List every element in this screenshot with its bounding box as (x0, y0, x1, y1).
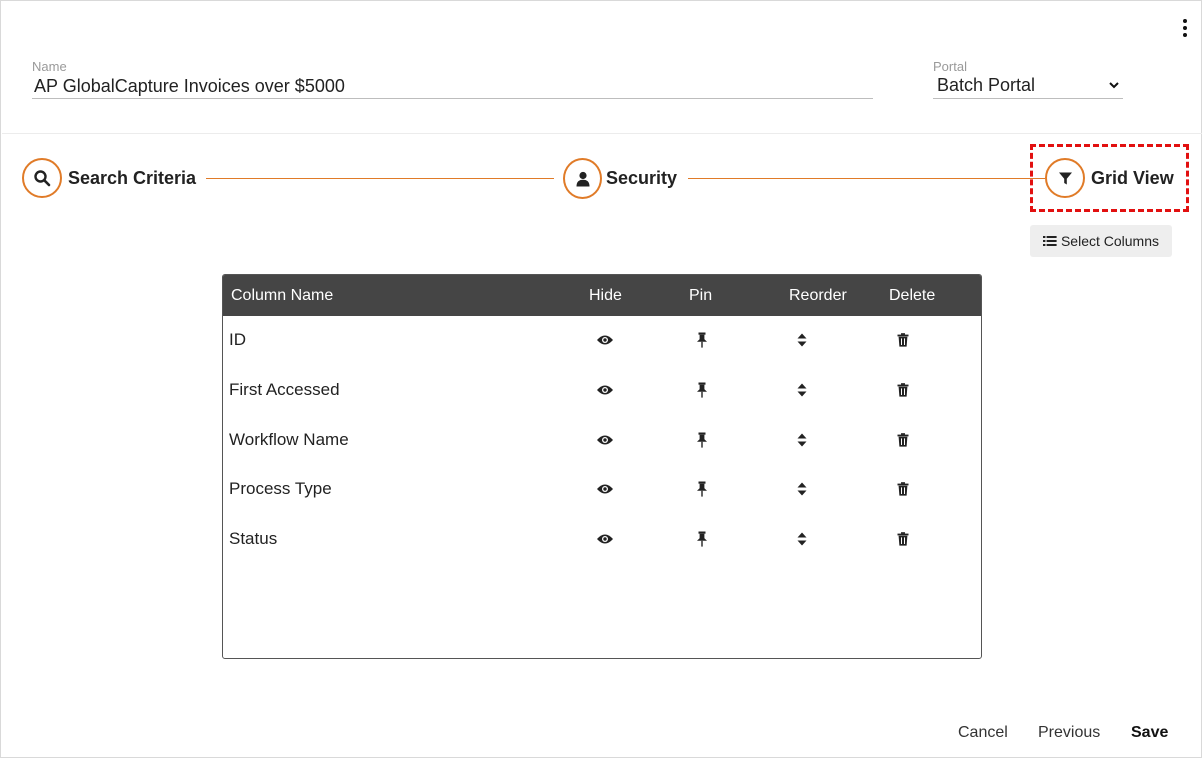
list-icon (1042, 236, 1057, 246)
column-name-cell: ID (229, 330, 246, 349)
reorder-icon[interactable] (792, 380, 812, 400)
portal-select-value: Batch Portal (937, 75, 1036, 95)
header-reorder: Reorder (789, 287, 847, 304)
trash-icon[interactable] (893, 479, 913, 499)
step-connector (206, 178, 554, 179)
save-button[interactable]: Save (1131, 724, 1168, 742)
search-icon (22, 158, 62, 198)
header-divider (2, 133, 1202, 134)
trash-icon[interactable] (893, 430, 913, 450)
reorder-icon[interactable] (792, 430, 812, 450)
portal-label: Portal (933, 59, 967, 74)
page-frame: Name Portal Batch Portal Search Criteria… (0, 0, 1202, 758)
trash-icon[interactable] (893, 380, 913, 400)
reorder-icon[interactable] (792, 330, 812, 350)
pin-icon[interactable] (692, 529, 712, 549)
pin-icon[interactable] (692, 380, 712, 400)
reorder-icon[interactable] (792, 529, 812, 549)
eye-icon[interactable] (595, 380, 615, 400)
table-row: Workflow Name (223, 416, 981, 466)
column-name-cell: Workflow Name (229, 430, 349, 449)
header-delete: Delete (889, 287, 936, 304)
step-label: Security (606, 168, 678, 188)
header-column-name: Column Name (231, 287, 334, 304)
header-hide: Hide (589, 287, 622, 304)
name-label: Name (32, 59, 67, 74)
chevron-down-icon (1109, 82, 1119, 89)
select-columns-label: Select Columns (1060, 233, 1160, 249)
eye-icon[interactable] (595, 479, 615, 499)
step-connector (688, 178, 1045, 179)
eye-icon[interactable] (595, 529, 615, 549)
table-row: First Accessed (223, 366, 981, 416)
column-name-cell: First Accessed (229, 380, 340, 399)
more-vertical-icon[interactable] (1177, 17, 1193, 39)
pin-icon[interactable] (692, 430, 712, 450)
column-name-cell: Process Type (229, 479, 332, 498)
portal-select[interactable]: Batch Portal (933, 75, 1123, 99)
select-columns-button[interactable]: Select Columns (1030, 225, 1172, 257)
step-label: Search Criteria (68, 167, 197, 188)
grid-header: Column Name Hide Pin Reorder Delete (223, 275, 981, 316)
eye-icon[interactable] (595, 330, 615, 350)
pin-icon[interactable] (692, 479, 712, 499)
cancel-button[interactable]: Cancel (958, 724, 1008, 742)
active-step-highlight (1030, 144, 1189, 212)
column-name-cell: Status (229, 529, 278, 548)
step-security[interactable]: Security (563, 158, 677, 199)
table-row: ID (223, 316, 981, 366)
column-grid: Column Name Hide Pin Reorder Delete ID F… (222, 274, 982, 659)
pin-icon[interactable] (692, 330, 712, 350)
previous-button[interactable]: Previous (1038, 724, 1100, 742)
table-row: Process Type (223, 465, 981, 515)
step-search-criteria[interactable]: Search Criteria (22, 158, 196, 198)
user-icon (563, 158, 602, 199)
trash-icon[interactable] (893, 529, 913, 549)
trash-icon[interactable] (893, 330, 913, 350)
header-pin: Pin (689, 287, 713, 304)
name-input[interactable] (32, 75, 873, 99)
table-row: Status (223, 515, 981, 565)
eye-icon[interactable] (595, 430, 615, 450)
reorder-icon[interactable] (792, 479, 812, 499)
